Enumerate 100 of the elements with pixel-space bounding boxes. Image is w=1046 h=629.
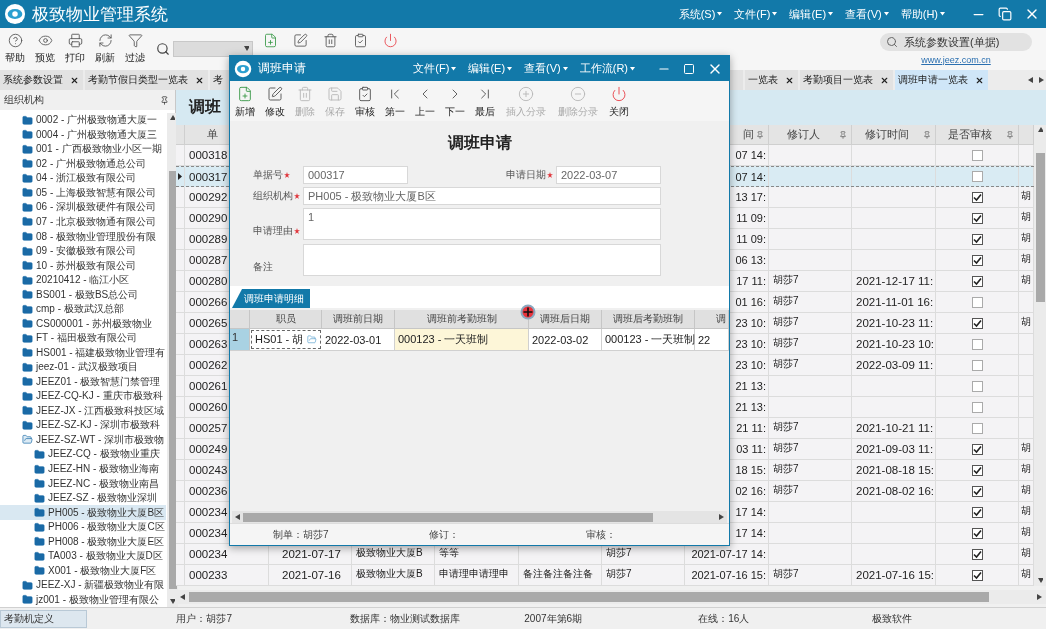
table-cell: 000243 xyxy=(189,464,228,476)
table-cell: 07 14: xyxy=(735,149,766,161)
footer-text: 修订： xyxy=(429,527,460,542)
table-cell: 2022-03-09 11: xyxy=(856,359,934,371)
table-cell: 17 11: xyxy=(736,275,766,287)
table-cell: 2021-07-16 15: xyxy=(691,569,766,581)
table-cell: 000317 xyxy=(189,170,228,183)
table-cell: 极致物业大厦B xyxy=(356,546,423,560)
table-cell: 000318 xyxy=(189,149,228,161)
table-cell: 01 16: xyxy=(735,296,766,308)
table-cell: 03 11: xyxy=(736,443,766,455)
table-cell: 2021-10-23 11: xyxy=(856,317,934,329)
table-cell: 等等 xyxy=(439,546,459,560)
table-cell: 18 15: xyxy=(735,464,766,476)
table-cell: 2021-08-02 16: xyxy=(856,485,934,497)
field-label: 组织机构 xyxy=(253,189,293,203)
grid-cell: 22 xyxy=(695,329,729,350)
table-cell: 000280 xyxy=(189,275,228,287)
field-label: 申请日期 xyxy=(506,168,546,182)
table-cell: 000265 xyxy=(189,317,228,329)
table-cell: 胡 xyxy=(1021,189,1031,203)
table-cell: 胡 xyxy=(1021,441,1031,455)
table-cell: 2021-09-03 11: xyxy=(856,443,934,455)
field-label: 单据号 xyxy=(253,168,283,182)
table-cell: 07 14: xyxy=(735,170,766,183)
status-text: 在线：16人 xyxy=(698,611,751,626)
field-label: 备注 xyxy=(253,260,273,274)
table-cell: 000261 xyxy=(189,380,228,392)
table-cell: 胡莎7 xyxy=(773,315,799,329)
table-cell: 23 10: xyxy=(735,317,766,329)
dialog-title: 调班申请 xyxy=(258,60,306,77)
table-cell: 胡 xyxy=(1021,252,1031,266)
table-cell: 2021-08-18 15: xyxy=(856,464,934,476)
table-cell: 2021-07-17 14: xyxy=(691,548,766,560)
table-cell: 000292 xyxy=(189,191,228,203)
table-cell: 23 10: xyxy=(735,359,766,371)
table-cell: 000263 xyxy=(189,338,228,350)
table-cell: 000287 xyxy=(189,254,228,266)
table-cell: 000266 xyxy=(189,296,228,308)
table-cell: 000260 xyxy=(189,401,228,413)
table-cell: 21 13: xyxy=(735,401,766,413)
table-cell: 胡 xyxy=(1021,273,1031,287)
table-cell: 胡 xyxy=(1021,231,1031,245)
table-cell: 备注备注备注备 xyxy=(523,567,593,581)
table-cell: 胡莎7 xyxy=(773,483,799,497)
table-cell: 000234 xyxy=(189,506,228,518)
table-cell: 000262 xyxy=(189,359,228,371)
status-text: 用户：胡莎7 xyxy=(176,611,234,626)
table-cell: 胡 xyxy=(1021,315,1031,329)
table-cell: 21 11: xyxy=(736,422,766,434)
app-title: 极致物业管理系统 xyxy=(32,3,168,26)
table-cell: 000257 xyxy=(189,422,228,434)
table-cell: 2021-10-21 11: xyxy=(856,422,934,434)
table-cell: 02 16: xyxy=(735,485,766,497)
table-cell: 胡莎7 xyxy=(773,294,799,308)
table-cell: 11 09: xyxy=(736,212,766,224)
table-cell: 2021-07-16 xyxy=(282,569,341,581)
footer-text: 审核： xyxy=(586,527,617,542)
table-cell: 2021-11-01 16: xyxy=(856,296,934,308)
table-cell: 胡莎7 xyxy=(773,273,799,287)
field-label: 申请理由 xyxy=(253,224,293,238)
grid-cell: 2022-03-01 xyxy=(322,329,395,350)
table-cell: 000249 xyxy=(189,443,228,455)
table-cell: 胡 xyxy=(1021,546,1031,560)
table-cell: 000233 xyxy=(189,569,228,581)
table-cell: 2021-12-17 11: xyxy=(856,275,934,287)
table-cell: 2021-10-23 10: xyxy=(856,338,934,350)
table-cell: 23 10: xyxy=(735,338,766,350)
grid-cell: 000123 - 一天班制 xyxy=(602,329,695,350)
table-cell: 06 13: xyxy=(735,254,766,266)
status-text: 2007年第6期 xyxy=(524,611,584,626)
table-cell: 胡莎7 xyxy=(606,567,632,581)
table-cell: 胡 xyxy=(1021,210,1031,224)
table-cell: 11 09: xyxy=(736,233,766,245)
table-cell: 胡 xyxy=(1021,483,1031,497)
panel-title: 组织机构 xyxy=(4,93,44,107)
table-cell: 胡莎7 xyxy=(606,546,632,560)
table-cell: 胡 xyxy=(1021,567,1031,581)
table-cell: 申请理申请理申 xyxy=(439,567,509,581)
grid-cell: 2022-03-02 xyxy=(529,329,602,350)
table-cell: 胡 xyxy=(1021,504,1031,518)
list-title: 调班 xyxy=(189,97,221,117)
table-cell: 000289 xyxy=(189,233,228,245)
table-cell: 胡莎7 xyxy=(773,567,799,581)
table-cell: 极致物业大厦B xyxy=(356,567,423,581)
table-cell: 胡 xyxy=(1021,525,1031,539)
table-cell: 胡莎7 xyxy=(773,462,799,476)
grid-cell: 000123 - 一天班制 xyxy=(395,329,529,350)
table-cell: 胡莎7 xyxy=(773,336,799,350)
table-cell: 000290 xyxy=(189,212,228,224)
table-cell: 胡莎7 xyxy=(773,357,799,371)
table-cell: 000234 xyxy=(189,527,228,539)
table-cell: 13 17: xyxy=(735,191,766,203)
table-cell: 胡 xyxy=(1021,462,1031,476)
table-cell: 17 14: xyxy=(735,506,766,518)
footer-text: 制单：胡莎7 xyxy=(273,527,330,542)
form-title: 调班申请 xyxy=(446,133,513,153)
table-cell: 2021-07-17 xyxy=(282,548,341,560)
table-cell: 2021-07-16 15: xyxy=(856,569,934,581)
status-text: 极致软件 xyxy=(872,611,914,626)
